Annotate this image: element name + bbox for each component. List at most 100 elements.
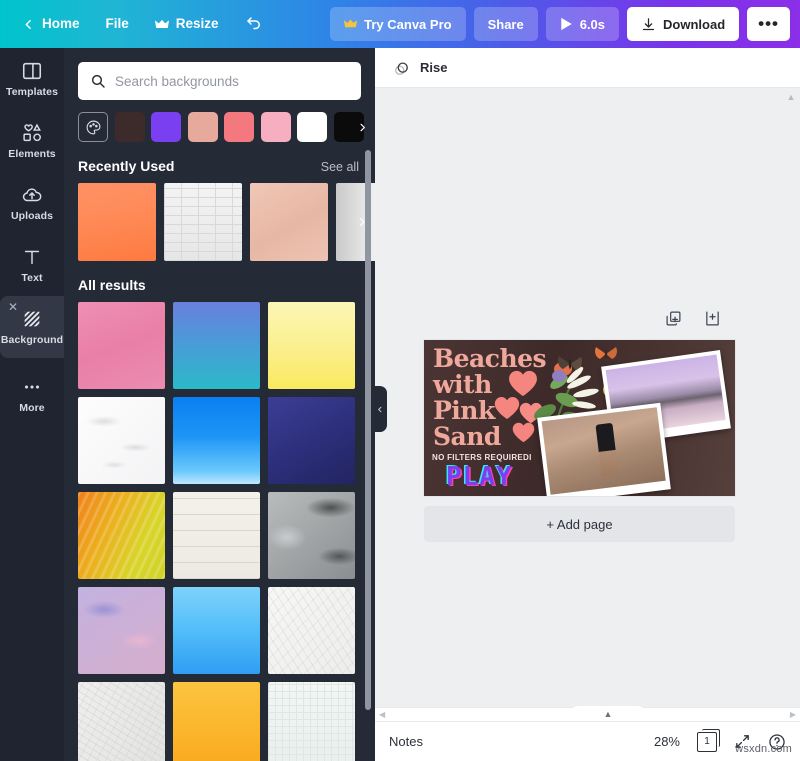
background-tile-white-crumpled[interactable] bbox=[268, 587, 355, 674]
sidebar-label-elements: Elements bbox=[8, 148, 56, 160]
search-box[interactable] bbox=[78, 62, 361, 100]
background-tile-yellow-gradient[interactable] bbox=[268, 302, 355, 389]
sidebar-item-more[interactable]: More bbox=[0, 364, 64, 426]
swatch-salmon[interactable] bbox=[188, 112, 218, 142]
recently-used-title: Recently Used bbox=[78, 158, 174, 174]
top-toolbar-left: Home File Resize bbox=[0, 0, 275, 48]
sidebar-item-background[interactable]: ✕ Background bbox=[0, 296, 64, 358]
background-tile-grid-paper[interactable] bbox=[268, 682, 355, 761]
sidebar-item-templates[interactable]: Templates bbox=[0, 48, 64, 110]
more-options-button[interactable]: ••• bbox=[747, 7, 790, 41]
try-canva-pro-label: Try Canva Pro bbox=[364, 17, 451, 32]
add-page-icon[interactable] bbox=[704, 310, 721, 327]
scroll-left-arrow-icon[interactable]: ◀ bbox=[379, 710, 385, 719]
download-button[interactable]: Download bbox=[627, 7, 739, 41]
zoom-level[interactable]: 28% bbox=[654, 734, 680, 749]
chevron-up-icon: ▲ bbox=[604, 709, 613, 719]
text-t-icon bbox=[21, 246, 43, 268]
recent-next-button[interactable] bbox=[349, 183, 375, 261]
help-question-icon bbox=[768, 733, 786, 751]
sidebar-label-background: Background bbox=[1, 334, 63, 346]
templates-icon bbox=[21, 60, 43, 82]
play-preview-button[interactable]: 6.0s bbox=[546, 7, 619, 41]
notes-button[interactable]: Notes bbox=[389, 734, 423, 749]
crown-icon bbox=[344, 19, 357, 29]
panel-collapse-handle[interactable] bbox=[373, 386, 387, 432]
share-button[interactable]: Share bbox=[474, 7, 538, 41]
scroll-right-arrow-icon[interactable]: ▶ bbox=[790, 710, 796, 719]
close-x-icon[interactable]: ✕ bbox=[6, 300, 20, 314]
resize-label: Resize bbox=[176, 17, 219, 31]
recent-thumb[interactable] bbox=[78, 183, 156, 261]
heart-icon bbox=[494, 396, 520, 420]
background-tile-blue-teal-gradient[interactable] bbox=[173, 302, 260, 389]
swatch-purple[interactable] bbox=[151, 112, 181, 142]
background-hatch-icon bbox=[21, 308, 43, 330]
recent-thumb[interactable] bbox=[250, 183, 328, 261]
elements-icon bbox=[21, 122, 43, 144]
design-cta-play: PLAY bbox=[446, 464, 513, 490]
background-tile-blue-sky-gradient[interactable] bbox=[173, 397, 260, 484]
see-all-link[interactable]: See all bbox=[321, 160, 359, 174]
color-picker-swatch[interactable] bbox=[78, 112, 108, 142]
swatch-next-button[interactable] bbox=[347, 112, 375, 142]
color-swatch-row bbox=[64, 100, 375, 142]
play-icon bbox=[560, 17, 573, 31]
page-count-icon[interactable]: 1 bbox=[697, 732, 717, 752]
fullscreen-button[interactable] bbox=[734, 733, 751, 750]
more-dots-icon: ••• bbox=[758, 14, 779, 34]
duration-label: 6.0s bbox=[580, 17, 605, 32]
sidebar-item-elements[interactable]: Elements bbox=[0, 110, 64, 172]
background-tile-yellow-orange[interactable] bbox=[173, 682, 260, 761]
recent-thumb[interactable] bbox=[164, 183, 242, 261]
sidebar-item-uploads[interactable]: Uploads bbox=[0, 172, 64, 234]
add-page-button[interactable]: + Add page bbox=[424, 506, 735, 542]
animation-label[interactable]: Rise bbox=[420, 60, 447, 75]
crown-icon bbox=[155, 19, 169, 30]
search-section bbox=[64, 48, 375, 100]
background-panel: Recently Used See all All results bbox=[64, 48, 375, 761]
expand-arrows-icon bbox=[734, 733, 751, 750]
swatch-pink[interactable] bbox=[261, 112, 291, 142]
canvas-area: ▲ Beaches with Pink Sand bbox=[375, 88, 800, 721]
undo-arrow-icon bbox=[245, 15, 263, 33]
background-tile-navy-gradient[interactable] bbox=[268, 397, 355, 484]
chevron-left-icon bbox=[376, 404, 384, 415]
help-button[interactable] bbox=[768, 733, 786, 751]
page-tools bbox=[665, 310, 721, 327]
rise-animation-icon bbox=[393, 59, 411, 77]
background-tile-white-marble[interactable] bbox=[78, 397, 165, 484]
photo-person-walking bbox=[542, 407, 666, 495]
palette-icon bbox=[85, 119, 102, 136]
duplicate-page-icon[interactable] bbox=[665, 310, 682, 327]
design-page-1[interactable]: Beaches with Pink Sand bbox=[424, 340, 735, 496]
undo-button[interactable] bbox=[233, 8, 275, 40]
sidebar-item-text[interactable]: Text bbox=[0, 234, 64, 296]
background-tile-blue-sky[interactable] bbox=[173, 587, 260, 674]
swatch-white[interactable] bbox=[297, 112, 327, 142]
background-tile-orange-yellow-texture[interactable] bbox=[78, 492, 165, 579]
download-label: Download bbox=[663, 17, 725, 32]
bottom-bar-right: 28% 1 bbox=[654, 732, 786, 752]
photo-polaroid-person bbox=[537, 403, 671, 496]
notes-expand-tab[interactable]: ▲ bbox=[572, 706, 644, 721]
download-icon bbox=[641, 17, 656, 32]
more-dots-icon bbox=[21, 376, 43, 398]
background-tile-lined-paper[interactable] bbox=[173, 492, 260, 579]
resize-button[interactable]: Resize bbox=[143, 10, 231, 38]
scroll-up-arrow-icon[interactable]: ▲ bbox=[786, 93, 796, 101]
background-tile-purple-pink-clouds[interactable] bbox=[78, 587, 165, 674]
file-button[interactable]: File bbox=[94, 10, 141, 38]
sidebar-label-templates: Templates bbox=[6, 86, 58, 98]
home-button[interactable]: Home bbox=[10, 10, 92, 38]
swatch-dark-brown[interactable] bbox=[115, 112, 145, 142]
background-tile-pink-fabric[interactable] bbox=[78, 302, 165, 389]
try-canva-pro-button[interactable]: Try Canva Pro bbox=[330, 7, 465, 41]
panel-scrollbar[interactable] bbox=[365, 150, 371, 710]
search-input[interactable] bbox=[115, 74, 349, 89]
home-label: Home bbox=[42, 17, 80, 31]
background-tile-white-crumpled-2[interactable] bbox=[78, 682, 165, 761]
background-tile-gray-smoke[interactable] bbox=[268, 492, 355, 579]
animation-subbar: Rise bbox=[375, 48, 800, 88]
swatch-coral[interactable] bbox=[224, 112, 254, 142]
